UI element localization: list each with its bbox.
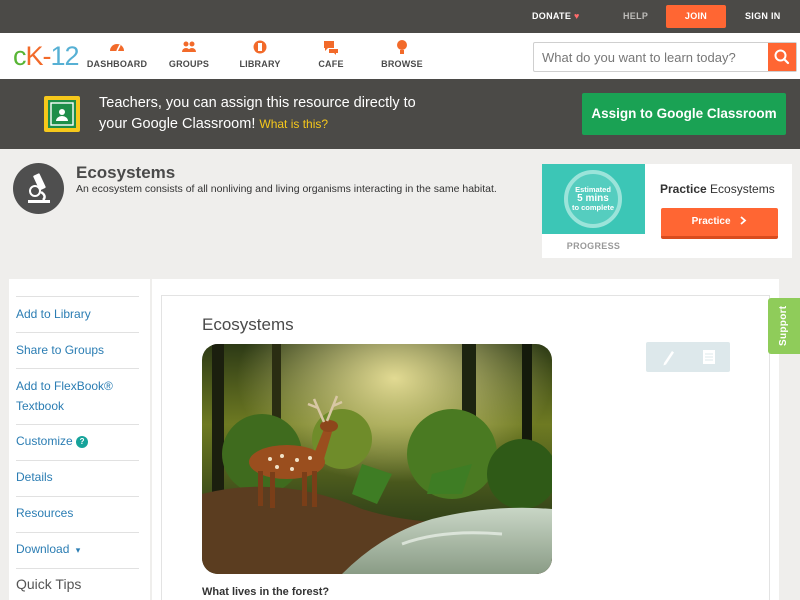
article-title: Ecosystems [202,315,294,334]
dashboard-icon [110,44,124,52]
sidebar-divider [16,496,139,497]
sidebar-item-share-to-groups[interactable]: Share to Groups [16,340,139,360]
practice-title-rest: Ecosystems [710,182,775,196]
sidebar-item-add-to-flexbook[interactable]: Add to FlexBook® Textbook [16,376,139,416]
nav-library[interactable]: LIBRARY [225,39,295,69]
progress-circle: Estimated 5 mins to complete [564,170,622,228]
annotate-button[interactable] [646,342,688,372]
main-nav: cK-12 DASHBOARD GROUPS LIBRARY CAFE BROW… [0,33,800,79]
nav-cafe-label: CAFE [318,59,344,69]
heart-icon: ♥ [573,11,580,21]
notes-icon [703,350,715,364]
teacher-message: Teachers, you can assign this resource d… [99,93,539,135]
nav-dashboard[interactable]: DASHBOARD [82,39,152,69]
practice-card: Estimated 5 mins to complete PROGRESS Pr… [542,164,792,258]
nav-browse[interactable]: BROWSE [367,39,437,69]
practice-button-label: Practice [691,216,731,227]
sidebar-divider [16,296,139,297]
search-box [533,42,797,72]
sidebar-item-download[interactable]: Download ▾ [16,539,139,560]
ck12-logo[interactable]: cK-12 [13,41,80,72]
help-link[interactable]: HELP [623,0,648,33]
nav-dashboard-label: DASHBOARD [86,59,148,69]
support-label: Support [778,305,789,346]
notes-button[interactable] [688,342,730,372]
help-icon[interactable]: ? [76,436,89,448]
sidebar-divider [16,368,139,369]
nav-groups-label: GROUPS [168,59,210,69]
logo-12: 12 [50,41,80,71]
assign-to-google-classroom-button[interactable]: Assign to Google Classroom [582,93,786,135]
practice-title: Practice Ecosystems [660,182,775,196]
nav-library-label: LIBRARY [239,59,281,69]
sidebar-item-resources[interactable]: Resources [16,503,139,523]
nav-browse-label: BROWSE [381,59,423,69]
microscope-icon [13,163,64,214]
sign-in-link[interactable]: SIGN IN [745,0,781,33]
practice-button[interactable]: Practice [661,208,778,239]
progress-widget: Estimated 5 mins to complete PROGRESS [542,164,645,258]
nav-cafe[interactable]: CAFE [296,39,366,69]
practice-title-bold: Practice [660,182,707,196]
caret-down-icon: ▾ [75,545,81,555]
concept-title: Ecosystems [76,163,176,182]
article-tools [646,342,730,372]
top-utility-bar: DONATE ♥ HELP JOIN SIGN IN [0,0,800,33]
what-is-this-link[interactable]: What is this? [259,117,328,131]
sidebar-item-customize-label: Customize [16,434,73,448]
support-tab[interactable]: Support [768,298,800,354]
sidebar-item-download-label: Download [16,542,70,556]
donate-label: DONATE [532,11,572,21]
cafe-icon [324,41,338,55]
quick-tips-heading[interactable]: Quick Tips [16,576,81,592]
sidebar-item-customize[interactable]: Customize ? [16,431,139,451]
progress-to-complete: to complete [571,203,615,212]
sidebar-divider [16,424,139,425]
progress-label: PROGRESS [566,241,621,251]
pencil-icon [663,351,674,366]
logo-dash: - [42,41,52,71]
logo-c: c [13,41,26,71]
teacher-line2: your Google Classroom! [99,116,256,132]
search-input[interactable] [534,43,769,71]
chevron-right-icon [740,216,747,225]
donate-link[interactable]: DONATE ♥ [532,0,580,33]
sidebar-divider [16,460,139,461]
sidebar: Add to Library Share to Groups Add to Fl… [9,279,150,600]
sidebar-item-add-to-library[interactable]: Add to Library [16,304,139,324]
join-button[interactable]: JOIN [666,5,726,28]
sidebar-divider [16,532,139,533]
logo-k: K [25,41,44,71]
library-icon [253,40,267,54]
sidebar-divider [16,568,139,569]
sidebar-divider [16,332,139,333]
teacher-line1: Teachers, you can assign this resource d… [99,95,416,111]
sidebar-item-details[interactable]: Details [16,467,139,487]
nav-groups[interactable]: GROUPS [154,39,224,69]
progress-time: 5 mins [577,193,609,204]
search-button[interactable] [768,43,796,71]
concept-description: An ecosystem consists of all nonliving a… [76,183,497,195]
browse-icon [397,40,407,54]
ecosystem-deer-forest-image [202,344,552,574]
search-icon [774,49,790,65]
groups-icon [182,41,196,52]
image-caption: What lives in the forest? [202,586,330,598]
google-classroom-icon [44,96,80,132]
